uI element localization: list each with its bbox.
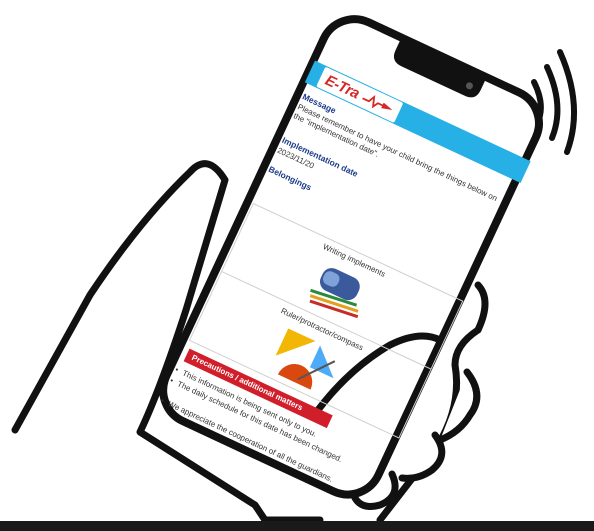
logo-text: E-Tra <box>322 71 363 102</box>
app-logo: E-Tra <box>316 66 403 123</box>
bottom-bar <box>0 521 594 531</box>
logo-airplane-icon <box>361 94 393 110</box>
